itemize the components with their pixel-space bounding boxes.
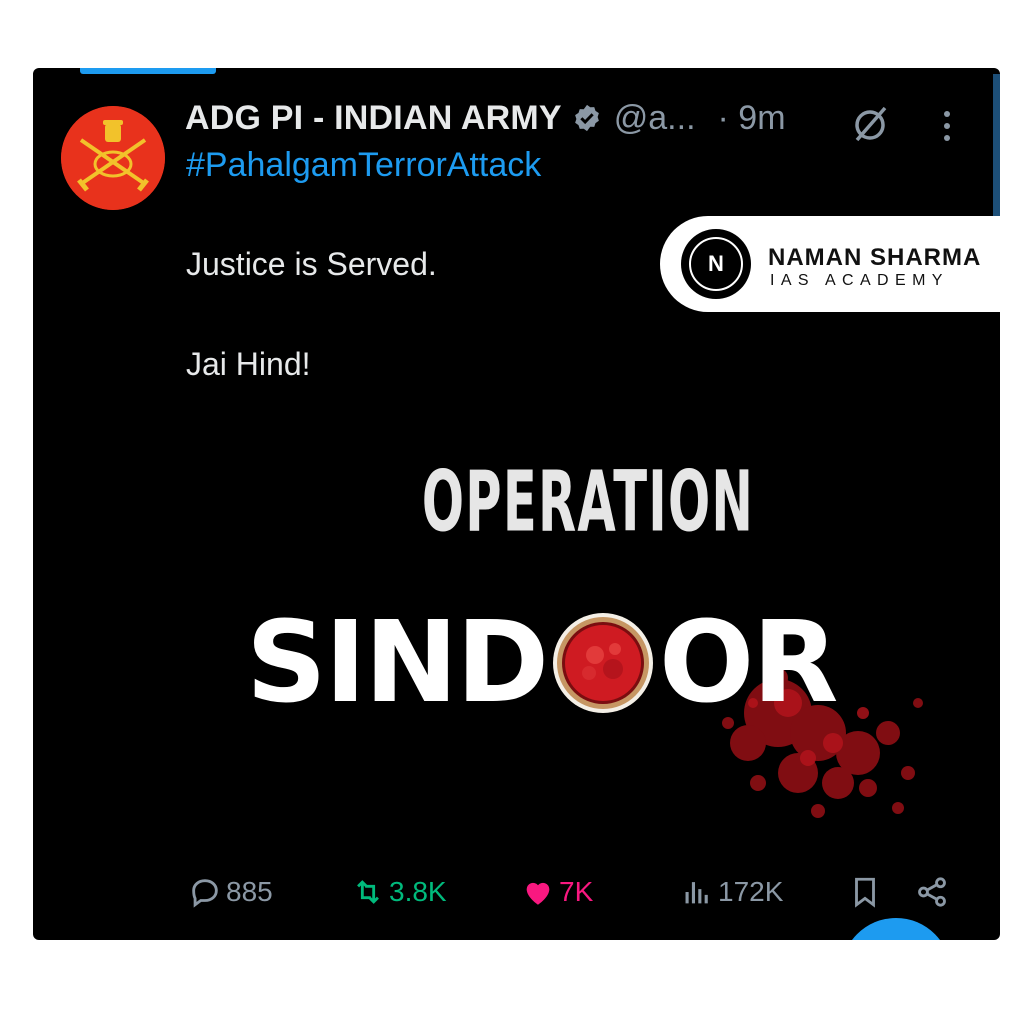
more-icon[interactable] (937, 106, 957, 146)
sindoor-left-text: SIND (246, 598, 549, 728)
academy-logo-letter: N (708, 251, 724, 276)
author-handle[interactable]: @a... (614, 99, 696, 138)
sindoor-right-text: OR (659, 598, 838, 728)
bookmark-button[interactable] (848, 868, 886, 916)
reply-button[interactable]: 885 (188, 868, 273, 916)
views-icon (685, 882, 708, 904)
post-time[interactable]: · 9m (718, 99, 786, 138)
like-count: 7K (559, 876, 594, 907)
like-button[interactable]: 7K (521, 868, 593, 916)
grok-icon[interactable] (849, 104, 891, 146)
academy-logo: N (684, 232, 748, 296)
bookmark-icon (855, 877, 875, 908)
post-text-line: Jai Hind! (186, 346, 311, 382)
repost-icon (357, 880, 379, 904)
post-image[interactable]: OPERATION SIND OR (218, 453, 958, 833)
avatar[interactable] (61, 106, 165, 210)
academy-subtitle: IAS ACADEMY (770, 272, 949, 289)
tweet-card: ADG PI - INDIAN ARMY @a... · 9m #Pahalga… (33, 68, 1000, 940)
scrollbar[interactable] (993, 74, 1000, 219)
army-emblem-icon (61, 106, 165, 210)
repost-button[interactable]: 3.8K (351, 868, 447, 916)
repost-count: 3.8K (389, 876, 447, 907)
poster-title-operation: OPERATION (421, 453, 755, 551)
compose-fab[interactable] (841, 918, 951, 940)
poster-title-sindoor: SIND OR (246, 598, 839, 728)
like-icon (526, 882, 550, 905)
share-button[interactable] (915, 868, 953, 916)
post-text-line: Justice is Served. (186, 246, 437, 282)
reply-count: 885 (226, 876, 273, 907)
sindoor-bowl-icon (553, 613, 654, 713)
hashtag-link[interactable]: #PahalgamTerrorAttack (186, 146, 541, 185)
tab-indicator (80, 68, 216, 74)
views-button[interactable]: 172K (680, 868, 783, 916)
share-icon (918, 877, 946, 907)
post-header: ADG PI - INDIAN ARMY @a... · 9m (185, 98, 786, 138)
reply-icon (192, 879, 218, 908)
action-bar: 885 3.8K 7K 172K (33, 868, 1000, 916)
views-count: 172K (718, 876, 784, 907)
author-name[interactable]: ADG PI - INDIAN ARMY (185, 99, 562, 138)
watermark-badge: N NAMAN SHARMA IAS ACADEMY (660, 216, 1000, 312)
academy-name: NAMAN SHARMA (768, 244, 982, 271)
verified-badge-icon (574, 104, 599, 132)
